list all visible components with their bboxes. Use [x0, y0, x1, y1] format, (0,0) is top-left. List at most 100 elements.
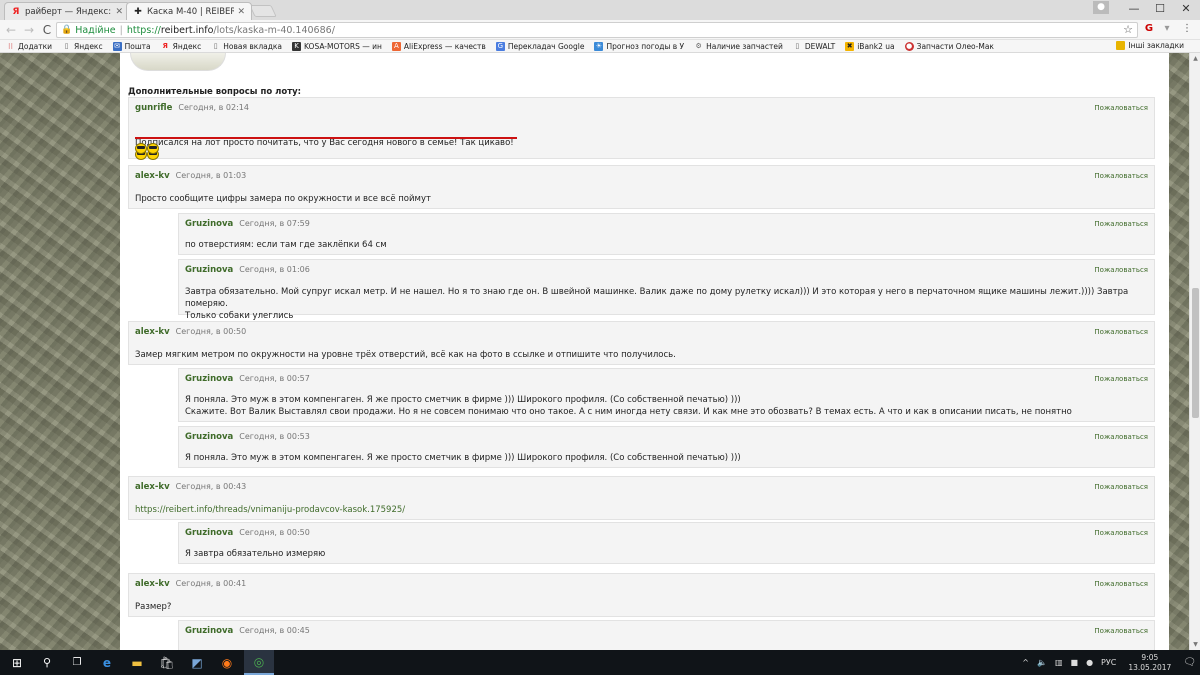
maximize-button[interactable]: ☐	[1150, 2, 1170, 15]
windows-start-icon[interactable]: ⊞	[2, 650, 32, 675]
bookmark-star-icon[interactable]: ☆	[1123, 23, 1133, 36]
url-path: /lots/kaska-m-40.140686/	[213, 24, 335, 36]
tab-reibert-lot[interactable]: ✚ Каска М-40 | REIBERT.inf ✕	[126, 2, 252, 20]
forward-button[interactable]: →	[22, 23, 36, 37]
report-link[interactable]: Пожаловаться	[1094, 627, 1148, 635]
network-icon[interactable]: ▥	[1055, 658, 1063, 667]
comment-header: Gruzinova Сегодня, в 00:45	[185, 626, 310, 636]
bookmark-label: Новая вкладка	[223, 41, 283, 51]
bookmark-item[interactable]: ✉ Пошта	[112, 41, 151, 51]
bookmark-item[interactable]: ⚙ Наличие запчастей	[694, 42, 782, 51]
comment-author[interactable]: alex-kv	[135, 327, 170, 337]
mail-icon: ✉	[112, 41, 122, 51]
comment-author[interactable]: Gruzinova	[185, 374, 233, 384]
scrollbar-thumb[interactable]	[1192, 288, 1199, 418]
reload-button[interactable]: C	[40, 23, 54, 37]
thread-link[interactable]: https://reibert.info/threads/vnimaniju-p…	[135, 504, 405, 516]
bookmark-item[interactable]: ☀ Прогноз погоды в У	[594, 41, 684, 51]
bookmark-item[interactable]: Я Яндекс	[161, 41, 201, 51]
bookmark-item[interactable]: A AliExpress — качеств	[391, 41, 486, 51]
report-link[interactable]: Пожаловаться	[1094, 529, 1148, 537]
notifications-icon[interactable]: 🗨	[1183, 657, 1196, 668]
close-window-button[interactable]: ✕	[1176, 2, 1196, 15]
bookmark-label: Інші закладки	[1128, 41, 1184, 50]
store-icon[interactable]: 🛍	[152, 650, 182, 675]
chevron-up-icon[interactable]: ^	[1022, 658, 1029, 667]
comment-author[interactable]: Gruzinova	[185, 265, 233, 275]
comment-text: Замер мягким метром по окружности на уро…	[135, 350, 676, 360]
tab-title: Каска М-40 | REIBERT.inf	[147, 6, 235, 17]
bookmark-item[interactable]: ▯ Новая вкладка	[211, 42, 282, 51]
comment: alex-kv Сегодня, в 00:43 Пожаловаться ht…	[128, 476, 1155, 520]
tray-app-icon[interactable]: ■	[1071, 658, 1079, 667]
volume-icon[interactable]: 🔈	[1037, 658, 1047, 667]
extension-icon[interactable]: G	[1142, 22, 1156, 36]
bookmark-item[interactable]: G Перекладач Google	[495, 41, 585, 51]
other-bookmarks[interactable]: Інші закладки	[1116, 41, 1184, 50]
doc-icon: ▯	[795, 41, 800, 50]
tab-yandex-search[interactable]: Я райберт — Яндекс: наш ✕	[4, 2, 130, 20]
report-link[interactable]: Пожаловаться	[1094, 220, 1148, 228]
bookmark-item[interactable]: ● Запчасти Олео-Мак	[904, 41, 994, 51]
comment-author[interactable]: Gruzinova	[185, 528, 233, 538]
close-tab-icon[interactable]: ✕	[115, 7, 123, 17]
bookmark-item[interactable]: K KOSA-MOTORS — ин	[292, 41, 382, 51]
report-link[interactable]: Пожаловаться	[1094, 266, 1148, 274]
menu-icon[interactable]: ⋮	[1180, 22, 1194, 36]
bookmark-apps[interactable]: ⁝⁝ Додатки	[6, 42, 52, 51]
report-link[interactable]: Пожаловаться	[1094, 104, 1148, 112]
extension-icon[interactable]: ▾	[1160, 22, 1174, 36]
clock[interactable]: 9:05 13.05.2017	[1128, 653, 1171, 673]
comment-author[interactable]: alex-kv	[135, 579, 170, 589]
chrome-icon[interactable]: ◎	[244, 650, 274, 675]
comment-author[interactable]: Gruzinova	[185, 626, 233, 636]
report-link[interactable]: Пожаловаться	[1094, 328, 1148, 336]
comment-header: alex-kv Сегодня, в 00:41	[135, 579, 246, 589]
comment-time: Сегодня, в 01:06	[239, 265, 310, 274]
doc-icon: ▯	[213, 41, 218, 50]
comment-time: Сегодня, в 00:41	[175, 579, 247, 588]
report-link[interactable]: Пожаловаться	[1094, 483, 1148, 491]
comment-text: Завтра обязательно. Мой супруг искал мет…	[185, 287, 1129, 321]
address-bar[interactable]: 🔒 Надійне | https:// reibert.info /lots/…	[56, 22, 1138, 38]
edge-browser-icon[interactable]: e	[92, 650, 122, 675]
app-icon[interactable]: ◩	[182, 650, 212, 675]
tray-app-icon[interactable]: ●	[1086, 658, 1093, 667]
clock-date: 13.05.2017	[1128, 662, 1172, 672]
user-profile-icon[interactable]: ●	[1093, 1, 1109, 14]
report-link[interactable]: Пожаловаться	[1094, 580, 1148, 588]
bookmark-item[interactable]: ▯ DEWALT	[793, 42, 835, 51]
close-tab-icon[interactable]: ✕	[237, 7, 245, 17]
yandex-icon: Я	[162, 41, 168, 50]
yandex-icon: Я	[12, 6, 20, 17]
comment-author[interactable]: alex-kv	[135, 482, 170, 492]
comment-text: Я завтра обязательно измеряю	[185, 549, 326, 559]
report-link[interactable]: Пожаловаться	[1094, 172, 1148, 180]
file-explorer-icon[interactable]: ▬	[122, 650, 152, 675]
minimize-button[interactable]: —	[1124, 2, 1144, 15]
scroll-down-arrow-icon[interactable]: ▼	[1191, 641, 1200, 648]
bookmark-item[interactable]: ✖ iBank2 ua	[845, 41, 895, 51]
comment-author[interactable]: Gruzinova	[185, 219, 233, 229]
bookmark-item[interactable]: ▯ Яндекс	[62, 42, 103, 51]
reply-comment: Gruzinova Сегодня, в 00:45 Пожаловаться	[178, 620, 1155, 650]
report-link[interactable]: Пожаловаться	[1094, 433, 1148, 441]
comment-author[interactable]: Gruzinova	[185, 432, 233, 442]
bookmark-label: Перекладач Google	[507, 41, 585, 51]
firefox-icon[interactable]: ◉	[212, 650, 242, 675]
back-button[interactable]: ←	[4, 23, 18, 37]
keyboard-language[interactable]: РУС	[1101, 658, 1116, 667]
oleomac-icon: ●	[904, 41, 914, 51]
page-viewport: Дополнительные вопросы по лоту: gunrifle…	[0, 53, 1189, 650]
report-link[interactable]: Пожаловаться	[1094, 375, 1148, 383]
task-view-icon[interactable]: ❐	[62, 650, 92, 675]
new-tab-button[interactable]	[249, 5, 277, 17]
lot-photo[interactable]	[130, 53, 226, 71]
comment-author[interactable]: gunrifle	[135, 103, 172, 113]
url-host: reibert.info	[160, 24, 214, 36]
scroll-up-arrow-icon[interactable]: ▲	[1191, 55, 1200, 62]
search-icon[interactable]: ⚲	[32, 650, 62, 675]
comment-author[interactable]: alex-kv	[135, 171, 170, 181]
section-title: Дополнительные вопросы по лоту:	[128, 87, 302, 97]
page-scrollbar[interactable]: ▲ ▼	[1189, 53, 1200, 650]
